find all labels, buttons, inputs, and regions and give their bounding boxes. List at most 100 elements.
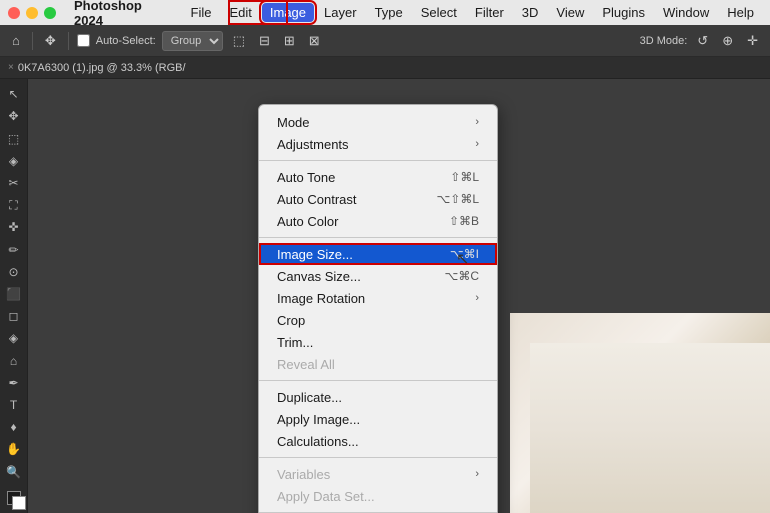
image-menu-dropdown: Mode › Adjustments › Auto Tone ⇧⌘L xyxy=(258,104,498,513)
auto-tone-shortcut: ⇧⌘L xyxy=(450,170,479,184)
menu-row-auto-tone[interactable]: Auto Tone ⇧⌘L xyxy=(259,166,497,188)
traffic-lights xyxy=(8,7,56,19)
image-rotation-arrow: › xyxy=(475,292,479,304)
align-icon[interactable]: ⊟ xyxy=(255,31,274,51)
adjustments-label: Adjustments xyxy=(277,137,349,152)
duplicate-label: Duplicate... xyxy=(277,390,342,405)
color-swatch[interactable] xyxy=(3,489,25,507)
text-tool[interactable]: T xyxy=(3,396,25,414)
select-tool[interactable]: ⬚ xyxy=(3,129,25,147)
menu-filter[interactable]: Filter xyxy=(467,3,512,22)
orbit-icon[interactable]: ⊕ xyxy=(718,31,737,51)
pan-icon[interactable]: ✛ xyxy=(743,31,762,51)
menu-bar: Photoshop 2024 File Edit Image Layer Typ… xyxy=(0,0,770,25)
mode-label: 3D Mode: xyxy=(640,35,688,47)
reveal-all-label: Reveal All xyxy=(277,357,335,372)
canvas-size-label: Canvas Size... xyxy=(277,269,361,284)
auto-select-checkbox[interactable] xyxy=(77,34,90,47)
dropdown-overlay: Mode › Adjustments › Auto Tone ⇧⌘L xyxy=(258,104,498,513)
menu-view[interactable]: View xyxy=(548,3,592,22)
menu-image[interactable]: Image xyxy=(262,3,314,22)
app-name: Photoshop 2024 xyxy=(74,0,173,28)
menu-plugins[interactable]: Plugins xyxy=(594,3,653,22)
divider-1 xyxy=(259,160,497,161)
menu-row-trim[interactable]: Trim... xyxy=(259,331,497,353)
image-size-label: Image Size... xyxy=(277,247,353,262)
clone-tool[interactable]: ⊙ xyxy=(3,263,25,281)
image-rotation-label: Image Rotation xyxy=(277,291,365,306)
auto-select-label: Auto-Select: xyxy=(96,35,156,47)
pen-tool[interactable]: ✒ xyxy=(3,374,25,392)
auto-select-dropdown[interactable]: Group Layer xyxy=(162,31,223,51)
main-area: ↖ ✥ ⬚ ◈ ✂ ⛶ ✜ ✏ ⊙ ⬛ ◻ ◈ ⌂ ✒ T ♦ ✋ 🔍 xyxy=(0,79,770,513)
toolbar: ⌂ ✥ Auto-Select: Group Layer ⬚ ⊟ ⊞ ⊠ 3D … xyxy=(0,25,770,57)
menu-help[interactable]: Help xyxy=(719,3,762,22)
rotate-icon[interactable]: ↺ xyxy=(693,31,712,51)
menu-row-auto-color[interactable]: Auto Color ⇧⌘B xyxy=(259,210,497,232)
menu-row-auto-contrast[interactable]: Auto Contrast ⌥⇧⌘L xyxy=(259,188,497,210)
menu-row-canvas-size[interactable]: Canvas Size... ⌥⌘C xyxy=(259,265,497,287)
divider-4 xyxy=(259,457,497,458)
menu-row-calculations[interactable]: Calculations... xyxy=(259,430,497,452)
separator-2 xyxy=(68,32,69,50)
toolbar-right: 3D Mode: ↺ ⊕ ✛ xyxy=(640,31,762,51)
menu-items: File Edit Image Layer Type Select Filter… xyxy=(183,3,762,22)
adjustments-arrow: › xyxy=(475,138,479,150)
align-3-icon[interactable]: ⊠ xyxy=(305,31,324,51)
move-tool[interactable]: ↖ xyxy=(3,85,25,103)
home-icon[interactable]: ⌂ xyxy=(8,31,24,50)
heal-tool[interactable]: ✜ xyxy=(3,218,25,236)
menu-section-4: Duplicate... Apply Image... Calculations… xyxy=(259,384,497,454)
menu-row-apply-image[interactable]: Apply Image... xyxy=(259,408,497,430)
menu-section-3: Image Size... ⌥⌘I Canvas Size... ⌥⌘C Ima… xyxy=(259,241,497,377)
shape-tool[interactable]: ♦ xyxy=(3,418,25,436)
menu-row-mode[interactable]: Mode › xyxy=(259,111,497,133)
menu-layer[interactable]: Layer xyxy=(316,3,365,22)
auto-color-shortcut: ⇧⌘B xyxy=(449,214,479,228)
align-2-icon[interactable]: ⊞ xyxy=(280,31,299,51)
hand-tool[interactable]: ✋ xyxy=(3,440,25,458)
auto-color-label: Auto Color xyxy=(277,214,338,229)
menu-row-duplicate[interactable]: Duplicate... xyxy=(259,386,497,408)
menu-row-adjustments[interactable]: Adjustments › xyxy=(259,133,497,155)
maximize-button[interactable] xyxy=(44,7,56,19)
transform-icon[interactable]: ⬚ xyxy=(229,31,249,51)
menu-select[interactable]: Select xyxy=(413,3,465,22)
menu-window[interactable]: Window xyxy=(655,3,717,22)
menu-file[interactable]: File xyxy=(183,3,220,22)
dodge-tool[interactable]: ⌂ xyxy=(3,351,25,369)
menu-row-crop[interactable]: Crop xyxy=(259,309,497,331)
menu-3d[interactable]: 3D xyxy=(514,3,547,22)
image-size-shortcut: ⌥⌘I xyxy=(450,247,479,261)
canvas-preview-inner xyxy=(530,343,770,513)
menu-edit[interactable]: Edit xyxy=(221,3,259,22)
eraser-tool[interactable]: ◻ xyxy=(3,307,25,325)
auto-contrast-label: Auto Contrast xyxy=(277,192,357,207)
menu-section-5: Variables › Apply Data Set... xyxy=(259,461,497,509)
artboard-tool[interactable]: ✥ xyxy=(3,107,25,125)
zoom-tool[interactable]: 🔍 xyxy=(3,462,25,480)
eyedropper-tool[interactable]: ⛶ xyxy=(3,196,25,214)
variables-label: Variables xyxy=(277,467,330,482)
history-tool[interactable]: ⬛ xyxy=(3,285,25,303)
minimize-button[interactable] xyxy=(26,7,38,19)
menu-row-apply-data-set: Apply Data Set... xyxy=(259,485,497,507)
gradient-tool[interactable]: ◈ xyxy=(3,329,25,347)
variables-arrow: › xyxy=(475,468,479,480)
calculations-label: Calculations... xyxy=(277,434,359,449)
menu-row-image-rotation[interactable]: Image Rotation › xyxy=(259,287,497,309)
tab-close-icon[interactable]: × xyxy=(8,62,14,73)
menu-type[interactable]: Type xyxy=(367,3,411,22)
canvas-area: Mode › Adjustments › Auto Tone ⇧⌘L xyxy=(28,79,770,513)
canvas-size-shortcut: ⌥⌘C xyxy=(445,269,480,283)
move-icon[interactable]: ✥ xyxy=(41,31,60,51)
brush-tool[interactable]: ✏ xyxy=(3,240,25,258)
lasso-tool[interactable]: ◈ xyxy=(3,152,25,170)
tab-bar: × 0K7A6300 (1).jpg @ 33.3% (RGB/ xyxy=(0,57,770,79)
close-button[interactable] xyxy=(8,7,20,19)
crop-tool[interactable]: ✂ xyxy=(3,174,25,192)
mode-arrow: › xyxy=(475,116,479,128)
menu-row-image-size[interactable]: Image Size... ⌥⌘I xyxy=(259,243,497,265)
mode-label: Mode xyxy=(277,115,310,130)
auto-contrast-shortcut: ⌥⇧⌘L xyxy=(436,192,479,206)
